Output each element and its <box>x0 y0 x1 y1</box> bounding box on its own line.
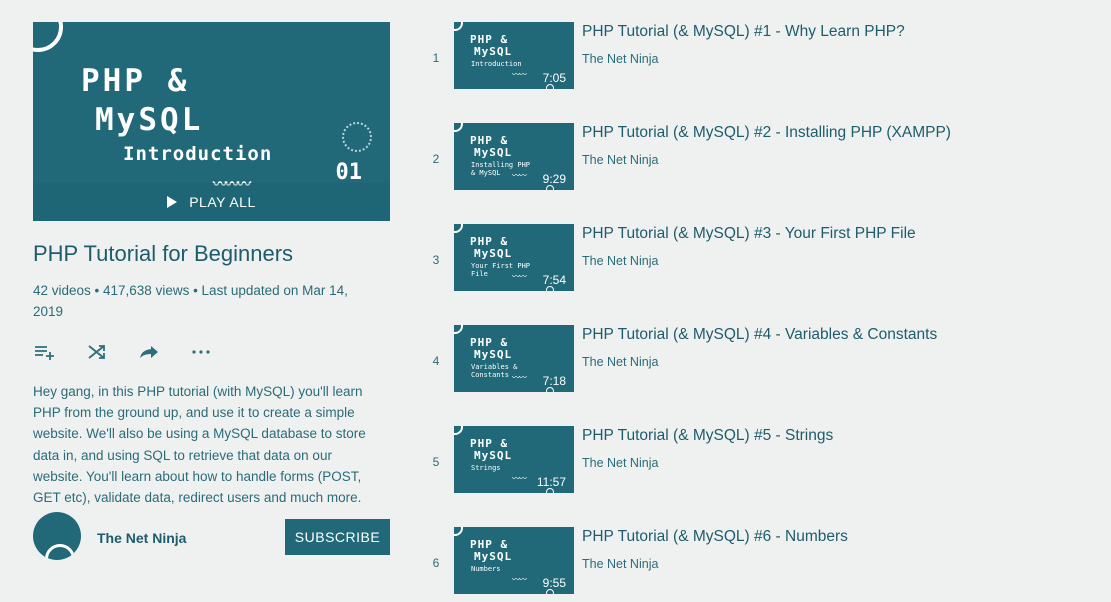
video-title[interactable]: PHP Tutorial (& MySQL) #4 - Variables & … <box>582 326 937 344</box>
owner-name[interactable]: The Net Ninja <box>97 530 186 546</box>
thumbnail-wave-decoration: 〰〰 <box>512 171 527 180</box>
video-index: 6 <box>432 556 440 570</box>
video-channel[interactable]: The Net Ninja <box>582 153 658 167</box>
thumbnail-decoration-icon <box>454 527 463 536</box>
video-duration: 7:05 <box>542 71 566 85</box>
video-index: 3 <box>432 253 440 267</box>
playlist-sidebar: PHP & MySQL Introduction 〰〰〰 01 PLAY ALL… <box>33 22 390 508</box>
thumbnail-decoration-icon <box>454 325 463 334</box>
playlist-meta: 42 videos • 417,638 views • Last updated… <box>33 283 348 319</box>
video-title[interactable]: PHP Tutorial (& MySQL) #1 - Why Learn PH… <box>582 23 905 41</box>
video-duration: 9:55 <box>542 576 566 590</box>
video-duration: 9:29 <box>542 172 566 186</box>
video-channel[interactable]: The Net Ninja <box>582 456 658 470</box>
video-thumbnail[interactable]: PHP & MySQL Numbers 〰〰 9:55 <box>454 527 574 594</box>
video-title[interactable]: PHP Tutorial (& MySQL) #6 - Numbers <box>582 528 848 546</box>
hero-line-2: MySQL <box>95 102 204 138</box>
thumbnail-subtitle: Strings <box>471 464 501 472</box>
thumbnail-subtitle: Introduction <box>471 60 522 68</box>
thumbnail-line-2: MySQL <box>474 449 513 462</box>
play-all-label: PLAY ALL <box>189 194 256 210</box>
video-thumbnail[interactable]: PHP & MySQL Introduction 〰〰 7:05 <box>454 22 574 89</box>
thumbnail-wave-decoration: 〰〰 <box>512 373 527 382</box>
thumbnail-line-2: MySQL <box>474 45 513 58</box>
video-index: 5 <box>432 455 440 469</box>
playlist-hero-thumbnail[interactable]: PHP & MySQL Introduction 〰〰〰 01 PLAY ALL <box>33 22 390 221</box>
video-duration: 7:18 <box>542 374 566 388</box>
video-channel[interactable]: The Net Ninja <box>582 557 658 571</box>
thumbnail-subtitle: Numbers <box>471 565 501 573</box>
thumbnail-decoration-icon <box>454 426 463 435</box>
playlist-actions <box>33 343 390 361</box>
list-item[interactable]: 3 PHP & MySQL Your First PHP File 〰〰 7:54 PHP … <box>420 224 1100 325</box>
video-title[interactable]: PHP Tutorial (& MySQL) #5 - Strings <box>582 427 833 445</box>
hero-number: 01 <box>335 160 363 185</box>
video-index: 4 <box>432 354 440 368</box>
avatar[interactable] <box>33 512 81 560</box>
more-icon[interactable] <box>189 343 213 361</box>
thumbnail-wave-decoration: 〰〰 <box>512 70 527 79</box>
video-index: 2 <box>432 152 440 166</box>
add-to-queue-icon[interactable] <box>33 343 57 361</box>
hero-line-3: Introduction <box>123 143 273 165</box>
play-icon <box>167 196 178 208</box>
playlist-title[interactable]: PHP Tutorial for Beginners <box>33 241 390 267</box>
playlist-owner: The Net Ninja SUBSCRIBE <box>33 512 390 562</box>
video-thumbnail[interactable]: PHP & MySQL Installing PHP & MySQL 〰〰 9:29 <box>454 123 574 190</box>
subscribe-button[interactable]: SUBSCRIBE <box>285 519 390 555</box>
thumbnail-line-2: MySQL <box>474 247 513 260</box>
share-icon[interactable] <box>137 343 161 361</box>
shuffle-icon[interactable] <box>85 343 109 361</box>
thumbnail-line-2: MySQL <box>474 550 513 563</box>
video-channel[interactable]: The Net Ninja <box>582 254 658 268</box>
video-thumbnail[interactable]: PHP & MySQL Strings 〰〰 11:57 <box>454 426 574 493</box>
thumbnail-wave-decoration: 〰〰 <box>512 575 527 584</box>
play-all-button[interactable]: PLAY ALL <box>33 183 390 221</box>
thumbnail-decoration-icon <box>454 22 463 31</box>
list-item[interactable]: 4 PHP & MySQL Variables & Constants 〰〰 7:18 PH… <box>420 325 1100 426</box>
thumbnail-decoration-icon <box>454 123 463 132</box>
thumbnail-wave-decoration: 〰〰 <box>512 272 527 281</box>
video-thumbnail[interactable]: PHP & MySQL Your First PHP File 〰〰 7:54 <box>454 224 574 291</box>
video-list: 1 PHP & MySQL Introduction 〰〰 7:05 PHP Tutoria… <box>420 22 1100 602</box>
video-channel[interactable]: The Net Ninja <box>582 355 658 369</box>
video-duration: 11:57 <box>536 475 566 489</box>
playlist-description: Hey gang, in this PHP tutorial (with MyS… <box>33 384 366 506</box>
list-item[interactable]: 1 PHP & MySQL Introduction 〰〰 7:05 PHP Tutoria… <box>420 22 1100 123</box>
video-channel[interactable]: The Net Ninja <box>582 52 658 66</box>
video-title[interactable]: PHP Tutorial (& MySQL) #3 - Your First P… <box>582 225 916 243</box>
video-title[interactable]: PHP Tutorial (& MySQL) #2 - Installing P… <box>582 124 951 142</box>
thumbnail-line-2: MySQL <box>474 348 513 361</box>
list-item[interactable]: 2 PHP & MySQL Installing PHP & MySQL 〰〰 9:29 P… <box>420 123 1100 224</box>
list-item[interactable]: 5 PHP & MySQL Strings 〰〰 11:57 PHP Tutorial (&… <box>420 426 1100 527</box>
video-thumbnail[interactable]: PHP & MySQL Variables & Constants 〰〰 7:18 <box>454 325 574 392</box>
thumbnail-wave-decoration: 〰〰 <box>512 474 527 483</box>
thumbnail-line-2: MySQL <box>474 146 513 159</box>
hero-line-1: PHP & <box>81 63 190 99</box>
video-duration: 7:54 <box>542 273 566 287</box>
thumbnail-decoration-icon <box>454 224 463 233</box>
video-index: 1 <box>432 51 440 65</box>
list-item[interactable]: 6 PHP & MySQL Numbers 〰〰 9:55 PHP Tutorial (& … <box>420 527 1100 602</box>
